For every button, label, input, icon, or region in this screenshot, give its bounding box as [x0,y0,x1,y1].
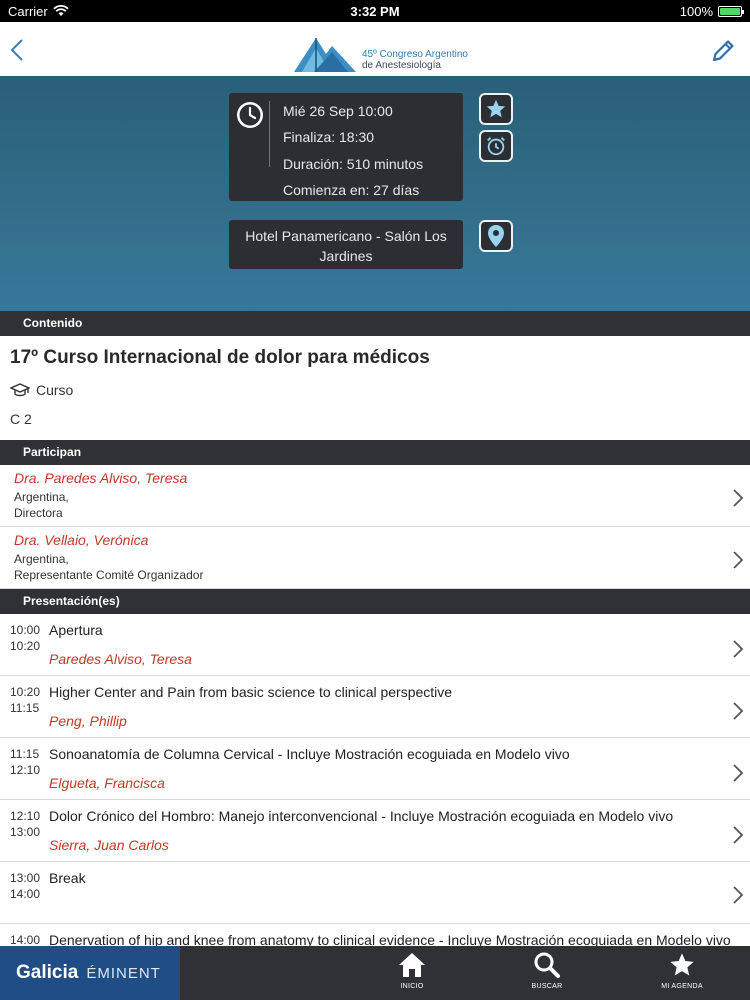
starts-in: Comienza en: 27 días [283,182,420,198]
chevron-right-icon [733,551,744,569]
tab-mi-agenda[interactable]: MI AGENDA [637,946,727,1000]
tab-label: MI AGENDA [661,983,703,990]
presentation-row[interactable]: 10:20 11:15 Higher Center and Pain from … [0,676,750,738]
home-icon [399,953,425,977]
map-button[interactable] [479,220,513,252]
participant-role: Directora [14,506,63,520]
carrier-label: Carrier [8,3,48,19]
event-room: C 2 [10,411,32,427]
presentation-row[interactable]: 11:15 12:10 Sonoanatomía de Columna Cerv… [0,738,750,800]
end-time: Finaliza: 18:30 [283,129,375,145]
participant-country: Argentina, [14,490,69,504]
presentation-end: 14:00 [10,887,41,901]
presentation-speaker: Elgueta, Francisca [49,775,165,791]
presentation-end: 13:00 [10,825,41,839]
status-time: 3:32 PM [350,3,400,19]
event-type-row: Curso [10,382,73,398]
presentation-title: Apertura [49,622,103,638]
nav-bar: 45º Congreso Argentino de Anestesiología [0,22,750,76]
graduation-cap-icon [10,383,30,397]
presentation-end: 12:10 [10,763,41,777]
participant-name: Dra. Paredes Alviso, Teresa [14,470,188,486]
participant-row[interactable]: Dra. Paredes Alviso, Teresa Argentina, D… [0,465,750,527]
presentation-start: 11:15 [10,747,40,761]
participant-country: Argentina, [14,552,69,566]
search-icon [534,952,560,978]
chevron-right-icon [733,489,744,507]
participant-name: Dra. Vellaio, Verónica [14,532,149,548]
participant-role: Representante Comité Organizador [14,568,204,582]
tab-label: INICIO [400,983,424,990]
star-icon [670,953,694,976]
battery-percent: 100% [679,3,713,19]
tab-inicio[interactable]: INICIO [367,946,457,1000]
mountain-logo-icon [294,38,356,72]
presentation-start: 14:00 [10,933,41,947]
event-type: Curso [36,382,74,398]
section-content-header: Contenido [0,311,750,336]
tab-label: BUSCAR [531,983,563,990]
chevron-right-icon [733,640,744,658]
presentation-speaker: Sierra, Juan Carlos [49,837,169,853]
reminder-button[interactable] [479,130,513,162]
presentation-title: Sonoanatomía de Columna Cervical - Inclu… [49,746,570,762]
presentation-row[interactable]: 10:00 10:20 Apertura Paredes Alviso, Ter… [0,614,750,676]
presentation-row[interactable]: 13:00 14:00 Break [0,862,750,924]
chevron-right-icon [733,826,744,844]
participant-row[interactable]: Dra. Vellaio, Verónica Argentina, Repres… [0,527,750,589]
presentation-title: Dolor Crónico del Hombro: Manejo interco… [49,808,674,824]
favorite-button[interactable] [479,93,513,125]
edit-button[interactable] [710,38,736,64]
wifi-icon [53,5,69,16]
chevron-right-icon [733,886,744,904]
location-box: Hotel Panamericano - Salón Los Jardines [229,220,463,269]
brand-sub: ÉMINENT [86,964,161,982]
pencil-icon [712,40,734,62]
presentation-title: Higher Center and Pain from basic scienc… [49,684,453,700]
duration: Duración: 510 minutos [283,156,424,172]
presentation-title: Break [49,870,86,886]
battery-icon [718,5,744,17]
event-hero: Mié 26 Sep 10:00 Finaliza: 18:30 Duració… [0,76,750,311]
star-icon [486,99,506,118]
sponsor-banner[interactable]: Galicia ÉMINENT [0,946,180,1000]
tab-bar: Galicia ÉMINENT INICIO BUSCAR MI AGENDA [0,946,750,1000]
brand-main: Galicia [16,962,79,983]
presentation-start: 12:10 [10,809,41,823]
presentation-end: 10:20 [10,639,41,653]
alarm-clock-icon [487,137,505,156]
logo-line2: de Anestesiología [362,60,441,71]
start-time: Mié 26 Sep 10:00 [283,103,393,119]
presentation-start: 13:00 [10,871,41,885]
presentation-row[interactable]: 14:00 Denervation of hip and knee from a… [0,924,750,948]
map-pin-icon [488,225,504,247]
section-presentations-header: Presentación(es) [0,589,750,614]
chevron-left-icon [10,39,23,61]
presentation-start: 10:00 [10,623,41,637]
presentation-speaker: Peng, Phillip [49,713,127,729]
presentation-speaker: Paredes Alviso, Teresa [49,651,192,667]
status-bar: Carrier 3:32 PM 100% [0,0,750,22]
back-button[interactable] [6,36,28,64]
congress-logo: 45º Congreso Argentino de Anestesiología [292,32,482,74]
presentation-row[interactable]: 12:10 13:00 Dolor Crónico del Hombro: Ma… [0,800,750,862]
chevron-right-icon [733,764,744,782]
presentation-end: 11:15 [10,701,40,715]
section-participants-header: Participan [0,440,750,465]
tab-buscar[interactable]: BUSCAR [502,946,592,1000]
presentation-start: 10:20 [10,685,41,699]
chevron-right-icon [733,702,744,720]
logo-line1: 45º Congreso Argentino [362,49,468,60]
time-info-box: Mié 26 Sep 10:00 Finaliza: 18:30 Duració… [229,93,463,201]
clock-icon [237,102,263,128]
event-title: 17º Curso Internacional de dolor para mé… [10,347,430,368]
